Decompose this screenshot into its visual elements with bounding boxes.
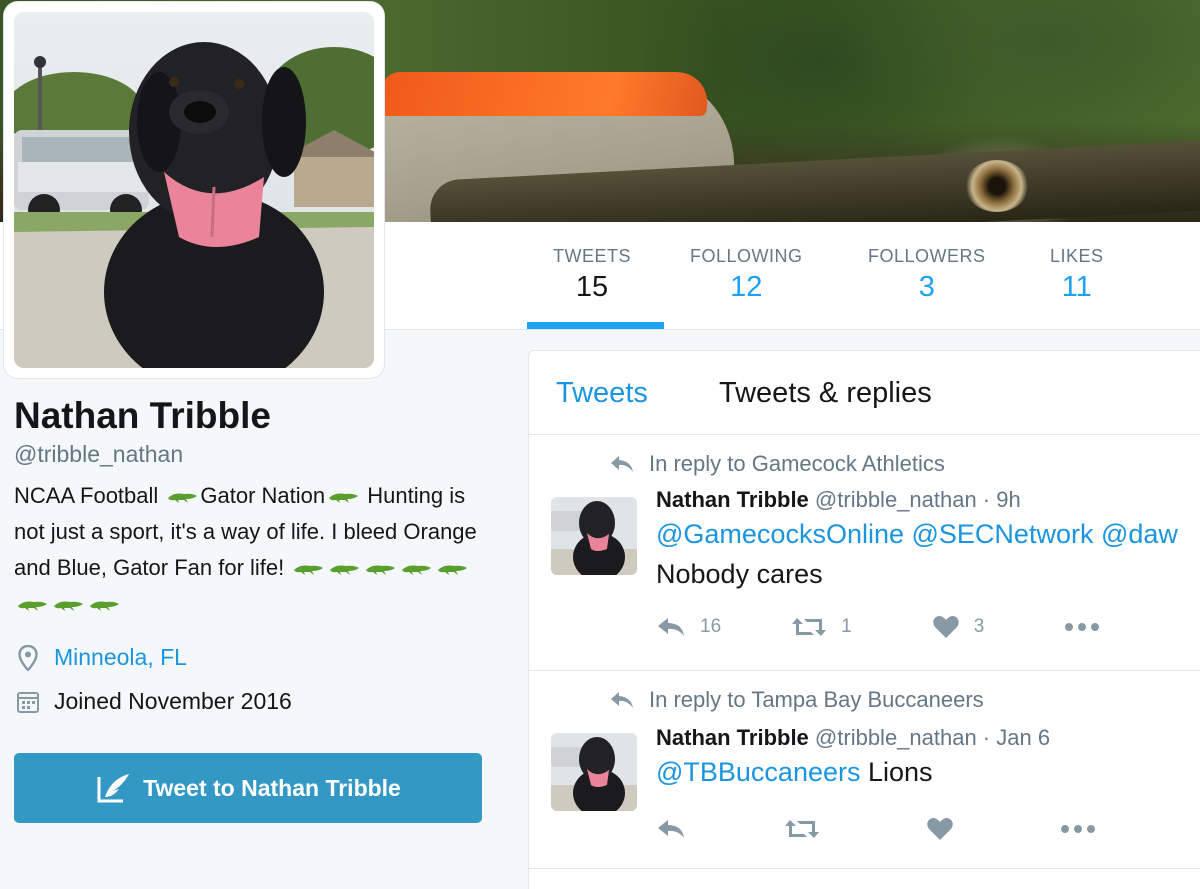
retweet-icon	[792, 618, 827, 636]
timeline: Tweets Tweets & replies In reply to Game…	[528, 350, 1200, 889]
like-count: 3	[973, 616, 985, 637]
profile-name[interactable]: Nathan Tribble	[14, 395, 494, 437]
tweet-header: Nathan Tribble @tribble_nathan · 9h	[656, 487, 1021, 513]
like-button[interactable]	[926, 817, 954, 841]
tweet-header: Nathan Tribble @tribble_nathan · Jan 6	[656, 725, 1050, 751]
reply-button[interactable]: 16	[656, 616, 721, 638]
nav-likes-label: LIKES	[1050, 246, 1104, 266]
reply-context[interactable]: In reply to Gamecock Athletics	[609, 451, 945, 477]
joined-date: Joined November 2016	[54, 688, 292, 715]
retweet-icon	[785, 820, 819, 838]
nav-tweets-count: 15	[575, 271, 609, 303]
bio-text-2: Gator Nation	[200, 482, 326, 508]
tweet-mention-links[interactable]: @TBBuccaneers	[656, 757, 861, 787]
tweet-text: @TBBuccaneers Lions	[656, 757, 933, 788]
reply-arrow-icon	[611, 692, 633, 708]
nav-following[interactable]: FOLLOWING 12	[690, 246, 803, 304]
profile-location: Minneola, FL	[14, 636, 494, 680]
gator-emoji-icon	[366, 565, 396, 575]
nav-likes-count: 11	[1061, 271, 1092, 303]
tweet-mention-links[interactable]: @GamecocksOnline @SECNetwork @daw	[656, 519, 1178, 549]
tab-tweets[interactable]: Tweets	[556, 377, 648, 410]
gator-emoji-icon	[329, 493, 359, 503]
gator-emoji-icon	[18, 601, 47, 611]
heart-icon	[927, 818, 953, 840]
gator-emoji-icon	[402, 565, 432, 575]
gator-emoji-icon	[294, 565, 324, 575]
reply-context[interactable]: In reply to Tampa Bay Buccaneers	[609, 687, 984, 713]
location-pin-icon	[14, 644, 42, 671]
nav-active-underline	[527, 322, 664, 329]
tweet-mentions: @GamecocksOnline @SECNetwork @daw	[656, 519, 1178, 550]
reply-arrow-icon	[611, 456, 633, 472]
like-button[interactable]: 3	[932, 615, 985, 639]
retweet-button[interactable]: 1	[791, 616, 852, 638]
compose-quill-icon	[97, 774, 130, 803]
bio-text-1: NCAA Football	[14, 482, 165, 508]
nav-tweets[interactable]: TWEETS 15	[553, 246, 631, 304]
profile-avatar[interactable]	[4, 2, 384, 378]
gator-emoji-icon	[54, 601, 83, 611]
timeline-tabs: Tweets Tweets & replies	[529, 351, 1200, 435]
reply-to-text: In reply to Tampa Bay Buccaneers	[649, 687, 984, 712]
retweet-button[interactable]	[784, 818, 820, 840]
tab-tweets-and-replies[interactable]: Tweets & replies	[719, 377, 932, 410]
dog-photo	[14, 12, 374, 368]
tweet-author-meta[interactable]: @tribble_nathan · 9h	[815, 487, 1021, 512]
tweet-actions	[656, 817, 1096, 841]
profile-card: Nathan Tribble @tribble_nathan NCAA Foot…	[14, 395, 494, 724]
gator-emoji-icon	[168, 493, 198, 503]
profile-bio: NCAA Football Gator Nation Hunting is no…	[14, 478, 484, 622]
location-link[interactable]: Minneola, FL	[54, 644, 187, 671]
retweet-count: 1	[841, 616, 852, 637]
more-dots-icon	[1061, 825, 1095, 833]
profile-handle[interactable]: @tribble_nathan	[14, 441, 494, 468]
more-dots-icon	[1065, 623, 1100, 631]
tweet-item[interactable]: In reply to Tampa Bay Buccaneers Nathan …	[529, 671, 1200, 869]
nav-followers[interactable]: FOLLOWERS 3	[868, 246, 986, 304]
nav-followers-label: FOLLOWERS	[868, 246, 986, 266]
reply-icon	[658, 820, 684, 838]
reply-to-text: In reply to Gamecock Athletics	[649, 451, 945, 476]
nav-following-label: FOLLOWING	[690, 246, 803, 266]
nav-following-count: 12	[730, 271, 763, 303]
tweet-body: Lions	[860, 757, 933, 787]
reply-icon	[658, 618, 684, 636]
tweet-avatar[interactable]	[551, 497, 637, 575]
nav-likes[interactable]: LIKES 11	[1050, 246, 1104, 304]
tweet-author-meta[interactable]: @tribble_nathan · Jan 6	[815, 725, 1050, 750]
tweet-author-name[interactable]: Nathan Tribble	[656, 487, 809, 512]
reply-count: 16	[700, 616, 722, 637]
gator-emoji-icon	[438, 565, 468, 575]
tweet-to-button[interactable]: Tweet to Nathan Tribble	[14, 753, 482, 823]
more-button[interactable]	[1064, 622, 1100, 632]
nav-followers-count: 3	[918, 271, 935, 303]
tweet-to-label: Tweet to Nathan Tribble	[143, 774, 401, 801]
more-button[interactable]	[1060, 824, 1096, 834]
gator-emoji-icon	[90, 601, 119, 611]
tweet-item[interactable]: In reply to Gamecock Athletics Nathan Tr…	[529, 435, 1200, 671]
gator-emoji-icon	[330, 565, 360, 575]
tweet-author-name[interactable]: Nathan Tribble	[656, 725, 809, 750]
profile-joined: Joined November 2016	[14, 680, 494, 724]
reply-button[interactable]	[656, 818, 686, 840]
tweet-text: Nobody cares	[656, 559, 823, 589]
tweet-avatar[interactable]	[551, 733, 637, 811]
calendar-icon	[14, 690, 42, 714]
heart-icon	[932, 616, 959, 638]
nav-tweets-label: TWEETS	[553, 246, 631, 266]
tweet-actions: 16 1 3	[656, 615, 1100, 639]
